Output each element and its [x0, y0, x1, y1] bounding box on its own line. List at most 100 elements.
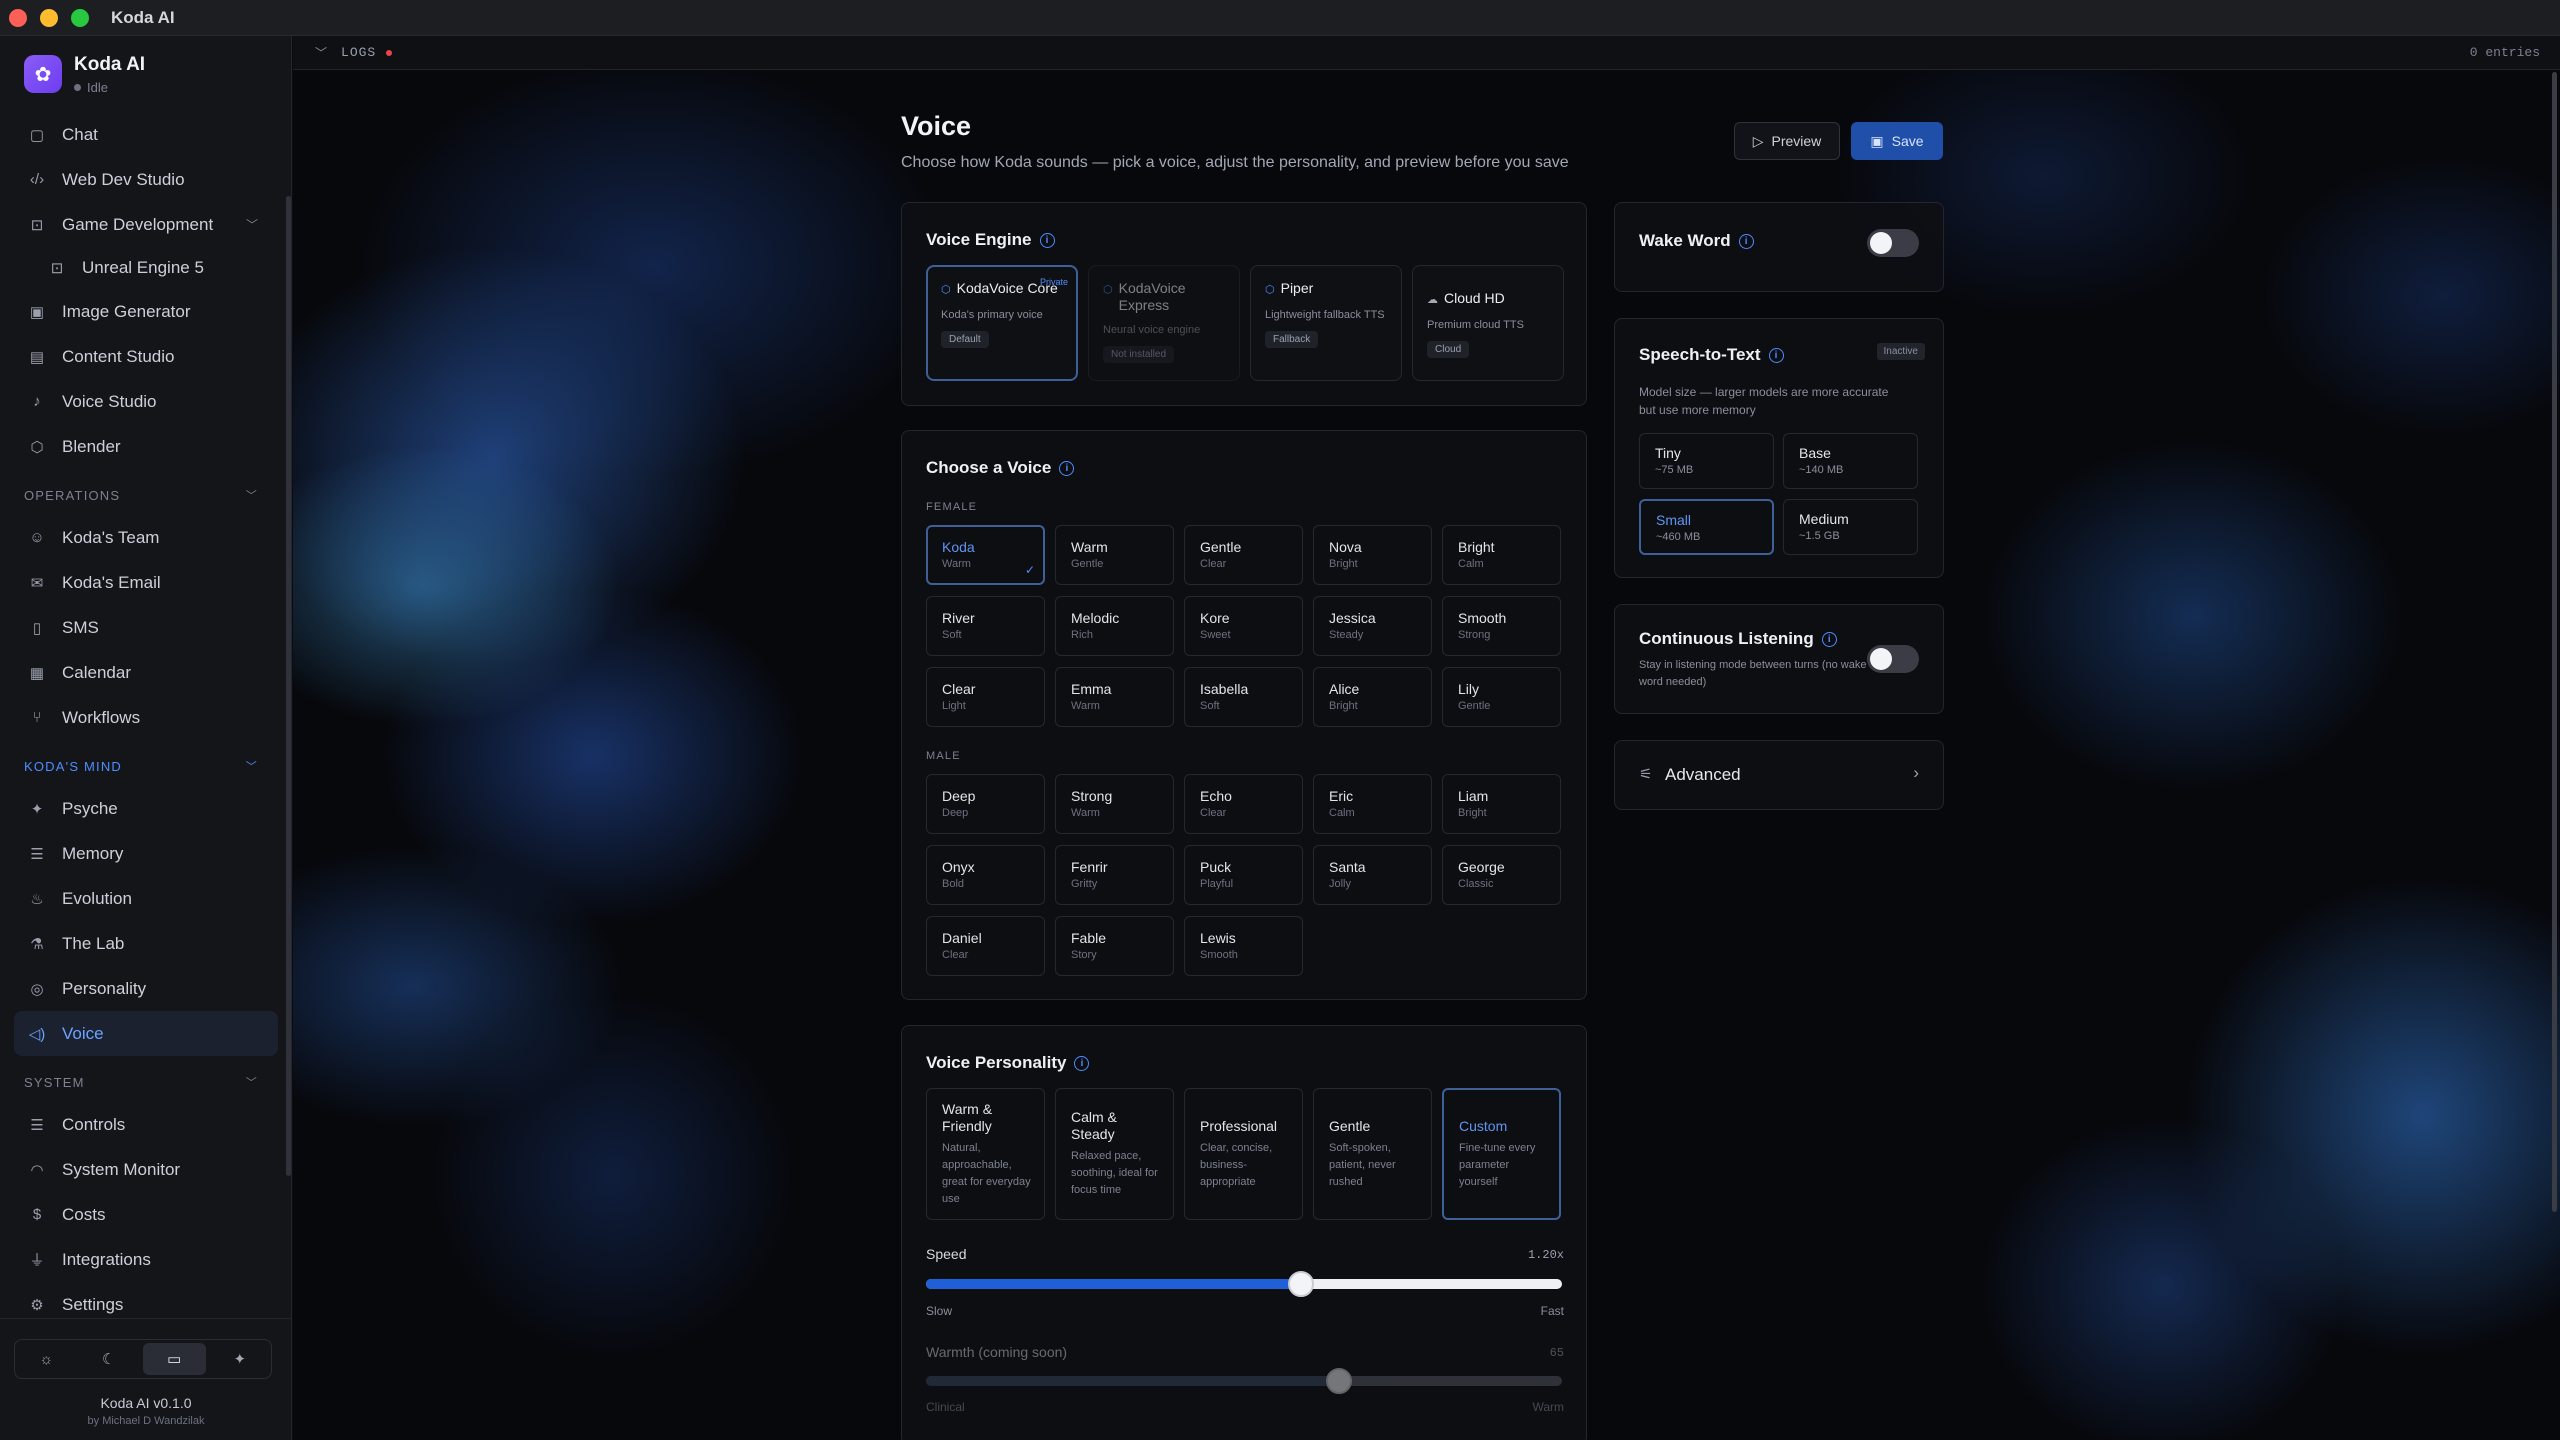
sidebar-item-unreal-engine-5[interactable]: ⊡ Unreal Engine 5 — [0, 247, 292, 289]
stt-model-option[interactable]: Tiny ~75 MB — [1639, 433, 1774, 489]
sidebar-item-costs[interactable]: $ Costs — [0, 1192, 292, 1237]
play-icon: ▷ — [1752, 132, 1764, 149]
stt-model-option[interactable]: Base ~140 MB — [1783, 433, 1918, 489]
voice-option[interactable]: Fenrir Gritty — [1055, 845, 1174, 905]
sidebar-item-calendar[interactable]: ▦ Calendar — [0, 650, 292, 695]
voice-option[interactable]: Clear Light — [926, 667, 1045, 727]
chevron-down-icon[interactable]: ﹀ — [315, 44, 327, 61]
chevron-down-icon[interactable]: ﹀ — [246, 1074, 258, 1090]
voice-option[interactable]: Isabella Soft — [1184, 667, 1303, 727]
info-icon[interactable]: i — [1074, 1055, 1090, 1071]
sidebar-item-workflows[interactable]: ⑂ Workflows — [0, 695, 292, 740]
sidebar-section-mind[interactable]: KODA'S MIND ﹀ — [0, 746, 292, 786]
chevron-down-icon[interactable]: ﹀ — [246, 216, 258, 233]
logs-bar[interactable]: ﹀ LOGS 0 entries — [293, 36, 2560, 70]
voice-option[interactable]: Santa Jolly — [1313, 845, 1432, 905]
voice-option[interactable]: George Classic — [1442, 845, 1561, 905]
advanced-card[interactable]: ⚟ Advanced › — [1614, 740, 1944, 810]
chevron-down-icon[interactable]: ﹀ — [246, 758, 258, 774]
personality-option[interactable]: Calm & Steady Relaxed pace, soothing, ide… — [1055, 1088, 1174, 1220]
sidebar-item-koda-s-team[interactable]: ☺ Koda's Team — [0, 515, 292, 560]
save-button[interactable]: ▣ Save — [1851, 122, 1943, 160]
voice-option[interactable]: Daniel Clear — [926, 916, 1045, 976]
sidebar-item-web-dev-studio[interactable]: ‹/› Web Dev Studio — [0, 157, 292, 202]
sidebar-item-game-development[interactable]: ⊡ Game Development ﹀ — [0, 202, 292, 247]
voice-option[interactable]: Smooth Strong — [1442, 596, 1561, 656]
personality-option[interactable]: Custom Fine-tune every parameter yourself — [1442, 1088, 1561, 1220]
voice-option[interactable]: River Soft — [926, 596, 1045, 656]
sidebar-item-sms[interactable]: ▯ SMS — [0, 605, 292, 650]
sidebar-item-personality[interactable]: ◎ Personality — [0, 966, 292, 1011]
voice-option[interactable]: Koda Warm ✓ — [926, 525, 1045, 585]
voice-option[interactable]: Warm Gentle — [1055, 525, 1174, 585]
sidebar-scrollbar[interactable] — [286, 196, 291, 1176]
voice-option[interactable]: Lewis Smooth — [1184, 916, 1303, 976]
sidebar-item-voice[interactable]: ◁) Voice — [14, 1011, 278, 1056]
voice-option[interactable]: Echo Clear — [1184, 774, 1303, 834]
sidebar-item-blender[interactable]: ⬡ Blender — [0, 424, 292, 469]
voice-option[interactable]: Fable Story — [1055, 916, 1174, 976]
personality-option[interactable]: Gentle Soft-spoken, patient, never rushed — [1313, 1088, 1432, 1220]
info-icon[interactable]: i — [1738, 233, 1754, 249]
voice-option[interactable]: Deep Deep — [926, 774, 1045, 834]
window-title: Koda AI — [111, 7, 175, 27]
sidebar-item-memory[interactable]: ☰ Memory — [0, 831, 292, 876]
sidebar-item-system-monitor[interactable]: ◠ System Monitor — [0, 1147, 292, 1192]
personality-option[interactable]: Warm & Friendly Natural, approachable, gr… — [926, 1088, 1045, 1220]
sidebar-item-image-generator[interactable]: ▣ Image Generator — [0, 289, 292, 334]
personality-option[interactable]: Professional Clear, concise, business-app… — [1184, 1088, 1303, 1220]
voice-option[interactable]: Alice Bright — [1313, 667, 1432, 727]
sidebar-section-system[interactable]: SYSTEM ﹀ — [0, 1062, 292, 1102]
sidebar-item-koda-s-email[interactable]: ✉ Koda's Email — [0, 560, 292, 605]
sidebar-item-evolution[interactable]: ♨ Evolution — [0, 876, 292, 921]
light-theme-icon[interactable]: ☼ — [15, 1340, 78, 1378]
voice-option[interactable]: Lily Gentle — [1442, 667, 1561, 727]
continuous-listening-toggle[interactable] — [1867, 645, 1919, 673]
info-icon[interactable]: i — [1768, 347, 1784, 363]
voice-option[interactable]: Gentle Clear — [1184, 525, 1303, 585]
sidebar-item-chat[interactable]: ▢ Chat — [0, 112, 292, 157]
voice-option[interactable]: Jessica Steady — [1313, 596, 1432, 656]
sidebar-item-psyche[interactable]: ✦ Psyche — [0, 786, 292, 831]
sidebar-item-content-studio[interactable]: ▤ Content Studio — [0, 334, 292, 379]
voice-option[interactable]: Emma Warm — [1055, 667, 1174, 727]
engine-option[interactable]: ⬡ KodaVoice Express Neural voice engine Not… — [1088, 265, 1240, 381]
info-icon[interactable]: i — [1039, 232, 1055, 248]
wake-word-toggle[interactable] — [1867, 229, 1919, 257]
sidebar-item-integrations[interactable]: ⏚ Integrations — [0, 1237, 292, 1282]
main-scrollbar[interactable] — [2552, 72, 2557, 1212]
close-window-button[interactable] — [9, 8, 27, 27]
speed-slider-thumb[interactable] — [1288, 1271, 1315, 1297]
voice-option[interactable]: Melodic Rich — [1055, 596, 1174, 656]
voice-option[interactable]: Eric Calm — [1313, 774, 1432, 834]
voice-option[interactable]: Onyx Bold — [926, 845, 1045, 905]
dark-theme-icon[interactable]: ☾ — [78, 1340, 141, 1378]
voice-option[interactable]: Bright Calm — [1442, 525, 1561, 585]
sidebar-item-the-lab[interactable]: ⚗ The Lab — [0, 921, 292, 966]
sparkle-theme-icon[interactable]: ✦ — [209, 1340, 272, 1378]
engine-option[interactable]: ☁ Cloud HD Premium cloud TTS Cloud — [1412, 265, 1564, 381]
voice-option[interactable]: Kore Sweet — [1184, 596, 1303, 656]
maximize-window-button[interactable] — [71, 8, 89, 27]
sidebar-item-voice-studio[interactable]: ♪ Voice Studio — [0, 379, 292, 424]
stt-model-option[interactable]: Small ~460 MB — [1639, 499, 1774, 555]
stt-model-option[interactable]: Medium ~1.5 GB — [1783, 499, 1918, 555]
info-icon[interactable]: i — [1059, 460, 1075, 476]
voice-option[interactable]: Strong Warm — [1055, 774, 1174, 834]
sidebar-item-controls[interactable]: ☰ Controls — [0, 1102, 292, 1147]
voice-option[interactable]: Puck Playful — [1184, 845, 1303, 905]
stt-model-size: ~140 MB — [1799, 464, 1844, 476]
chevron-down-icon[interactable]: ﹀ — [246, 487, 258, 503]
engine-option[interactable]: ⬡ Piper Lightweight fallback TTS Fallback — [1250, 265, 1402, 381]
voice-option[interactable]: Liam Bright — [1442, 774, 1561, 834]
voice-name: Smooth — [1458, 610, 1507, 626]
info-icon[interactable]: i — [1821, 631, 1837, 647]
sidebar-section-operations[interactable]: OPERATIONS ﹀ — [0, 475, 292, 515]
preview-button[interactable]: ▷ Preview — [1734, 122, 1840, 160]
minimize-window-button[interactable] — [40, 8, 58, 27]
voice-option[interactable]: Nova Bright — [1313, 525, 1432, 585]
speed-slider-track[interactable] — [926, 1279, 1562, 1289]
voice-tone: Bright — [1458, 807, 1487, 819]
engine-option[interactable]: ⬡ KodaVoice Core Koda's primary voice Defau… — [926, 265, 1078, 381]
system-theme-icon[interactable]: ▭ — [143, 1343, 206, 1375]
